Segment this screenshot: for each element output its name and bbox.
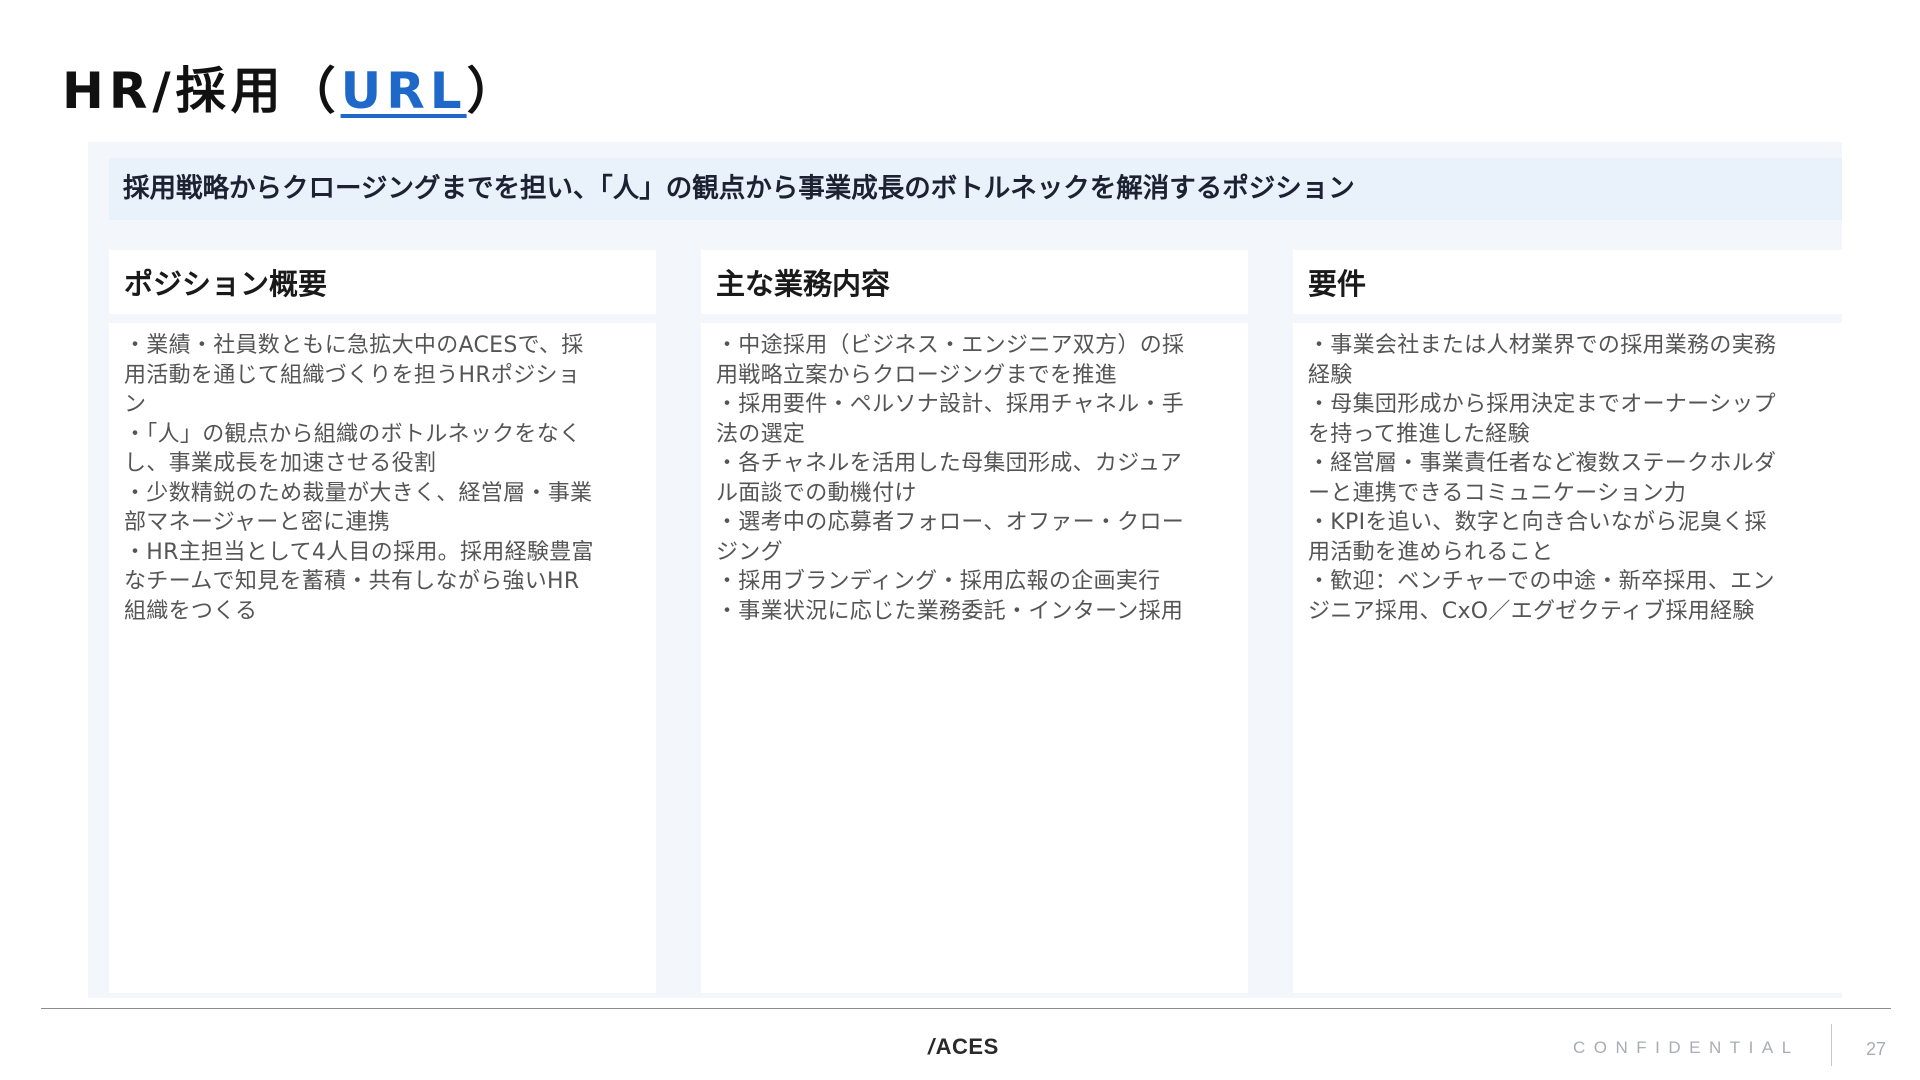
text-line: ・中途採用（ビジネス・エンジニア双方）の採: [716, 333, 1185, 358]
text-line: ・経営層・事業責任者など複数ステークホルダ: [1308, 451, 1777, 476]
column-body: ・中途採用（ビジネス・エンジニア双方）の採 用戦略立案からクロージングまでを推進…: [701, 323, 1248, 993]
footer-vertical-divider: [1831, 1024, 1832, 1066]
text-line: 部マネージャーと密に連携: [124, 510, 391, 535]
text-line: ン: [124, 392, 147, 417]
content-panel: 採用戦略からクロージングまでを担い、「人」の観点から事業成長のボトルネックを解消…: [88, 142, 1842, 998]
page-title-prefix: HR/採用（: [62, 62, 341, 120]
text-line: ・少数精鋭のため裁量が大きく、経営層・事業: [124, 480, 593, 506]
text-line: を持って推進した経験: [1308, 421, 1530, 447]
column-header: ポジション概要: [109, 250, 656, 314]
text-line: ・事業会社または人材業界での採用業務の実務: [1308, 333, 1777, 358]
text-line: ・KPIを追い、数字と向き合いながら泥臭く採: [1308, 510, 1767, 535]
page-title: HR/採用（URL）: [62, 56, 522, 126]
aces-logo: /ACES: [928, 1034, 999, 1060]
footer-divider: [41, 1008, 1891, 1009]
text-line: し、事業成長を加速させる役割: [124, 451, 437, 476]
column-heading: 主な業務内容: [716, 267, 891, 301]
column-heading: ポジション概要: [124, 267, 328, 301]
column-body: ・事業会社または人材業界での採用業務の実務 経験 ・母集団形成から採用決定までオ…: [1293, 323, 1842, 993]
column-main-duties: 主な業務内容 ・中途採用（ビジネス・エンジニア双方）の採 用戦略立案からクロージ…: [701, 250, 1248, 993]
text-line: ル面談での動機付け: [716, 480, 917, 506]
text-line: 用活動を進められること: [1308, 539, 1554, 565]
text-line: 法の選定: [716, 421, 806, 447]
confidential-label: CONFIDENTIAL: [1573, 1038, 1800, 1057]
text-line: ・歓迎：ベンチャーでの中途・新卒採用、エン: [1308, 569, 1775, 594]
text-line: ・事業状況に応じた業務委託・インターン採用: [716, 598, 1184, 624]
url-link[interactable]: URL: [341, 62, 467, 120]
text-line: ・「人」の観点から組織のボトルネックをなく: [124, 421, 582, 447]
text-line: 組織をつくる: [124, 598, 258, 624]
column-header: 要件: [1293, 250, 1842, 314]
column-position-overview: ポジション概要 ・業績・社員数ともに急拡大中のACESで、採 用活動を通じて組織…: [109, 250, 656, 993]
logo-slash: /: [928, 1034, 935, 1059]
text-line: ・母集団形成から採用決定までオーナーシップ: [1308, 392, 1776, 417]
text-line: なチームで知見を蓄積・共有しながら強いHR: [124, 569, 580, 594]
lead-text: 採用戦略からクロージングまでを担い、「人」の観点から事業成長のボトルネックを解消…: [123, 173, 1355, 204]
column-heading: 要件: [1308, 267, 1367, 301]
text-line: ーと連携できるコミュニケーション力: [1308, 480, 1687, 506]
logo-text: ACES: [935, 1034, 999, 1059]
text-line: 用活動を通じて組織づくりを担うHRポジショ: [124, 362, 581, 388]
text-line: ・選考中の応募者フォロー、オファー・クロー: [716, 510, 1185, 535]
text-line: ・採用ブランディング・採用広報の企画実行: [716, 569, 1161, 594]
page-title-suffix: ）: [466, 62, 522, 120]
page-number: 27: [1866, 1039, 1887, 1059]
text-line: ジング: [716, 539, 783, 565]
text-line: ・各チャネルを活用した母集団形成、カジュア: [716, 451, 1183, 476]
text-line: 経験: [1308, 362, 1353, 388]
lead-banner: 採用戦略からクロージングまでを担い、「人」の観点から事業成長のボトルネックを解消…: [109, 158, 1842, 220]
text-line: ・業績・社員数ともに急拡大中のACESで、採: [124, 333, 584, 358]
column-header: 主な業務内容: [701, 250, 1248, 314]
column-requirements: 要件 ・事業会社または人材業界での採用業務の実務 経験 ・母集団形成から採用決定…: [1293, 250, 1842, 993]
column-body: ・業績・社員数ともに急拡大中のACESで、採 用活動を通じて組織づくりを担うHR…: [109, 323, 656, 993]
text-line: 用戦略立案からクロージングまでを推進: [716, 362, 1117, 388]
text-line: ・HR主担当として4人目の採用。採用経験豊富: [124, 539, 594, 565]
text-line: ジニア採用、CxO／エグゼクティブ採用経験: [1308, 598, 1755, 624]
text-line: ・採用要件・ペルソナ設計、採用チャネル・手: [716, 392, 1185, 417]
